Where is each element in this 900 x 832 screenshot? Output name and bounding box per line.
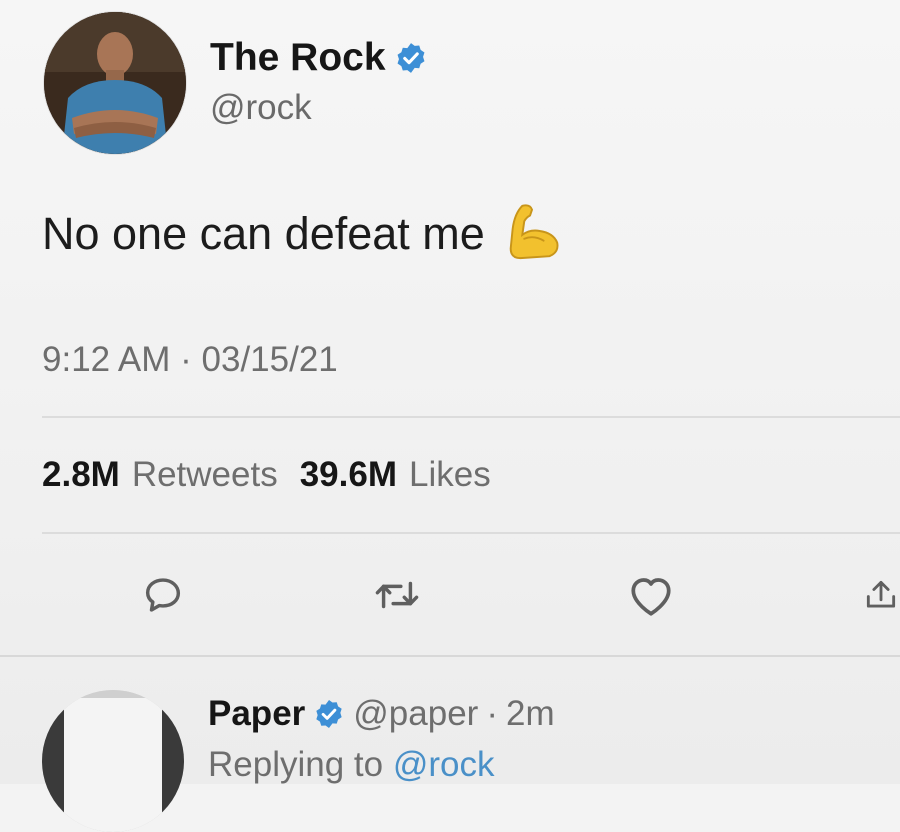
share-icon [866,580,896,608]
like-button[interactable] [624,568,678,622]
replying-to-prefix: Replying to [208,745,384,784]
reply-header: Paper @paper · 2m [208,694,555,734]
replying-to-mention[interactable]: @rock [393,745,495,784]
tweet-screen: The Rock @rock No one can defeat me 9:12… [0,0,900,832]
divider [42,416,900,418]
likes-count[interactable]: 39.6M [300,455,397,495]
tweet-text: No one can defeat me [42,204,563,262]
retweet-button[interactable] [370,568,424,622]
likes-label[interactable]: Likes [409,455,491,495]
author-name-text: The Rock [210,36,386,79]
author-avatar[interactable] [44,12,186,154]
reply-author-avatar[interactable] [42,690,184,832]
tweet-timestamp[interactable]: 9:12 AM · 03/15/21 [42,340,338,380]
reply-button[interactable] [136,568,190,622]
verified-badge-icon [397,43,425,73]
tweet-body-text: No one can defeat me [42,208,485,259]
share-button[interactable] [862,568,900,622]
retweets-label[interactable]: Retweets [132,455,278,495]
author-display-name[interactable]: The Rock [210,36,428,80]
retweet-arrows-icon [375,581,419,609]
replying-to-line: Replying to @rock [208,745,495,785]
reply-author-name[interactable]: Paper [208,694,305,734]
reply-time[interactable]: 2m [506,694,555,734]
flexed-biceps-icon [509,204,559,260]
divider [42,532,900,534]
speech-bubble-icon [145,578,181,612]
profile-photo-icon [44,12,186,154]
reply-author-handle[interactable]: @paper [353,694,478,734]
retweets-count[interactable]: 2.8M [42,455,120,495]
author-handle[interactable]: @rock [210,88,312,128]
paper-avatar-icon [42,690,184,832]
reply-meta-separator: · [486,694,498,733]
verified-badge-icon [316,700,342,728]
section-separator [0,655,900,657]
heart-icon [631,578,671,616]
tweet-stats: 2.8M Retweets 39.6M Likes [42,455,501,495]
